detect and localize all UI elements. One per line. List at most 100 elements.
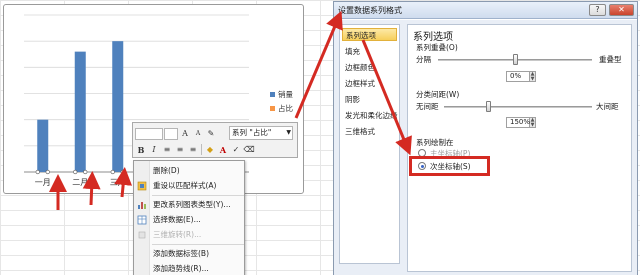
shrink-font-icon: A — [195, 129, 201, 137]
ratio-point-handle — [35, 169, 40, 175]
x-tick-label: 二月 — [72, 178, 88, 187]
nav-item-label: 边框颜色 — [345, 63, 375, 72]
format-data-series-dialog: 设置数据系列格式 ? ✕ 系列选项 填充 边框颜色 边框样式 阴影 发光和柔化边… — [333, 1, 638, 275]
italic-icon: I — [152, 144, 156, 154]
ratio-point-handle — [83, 169, 88, 175]
help-icon: ? — [595, 5, 600, 14]
nav-item-label: 填充 — [345, 47, 360, 56]
dialog-title: 设置数据系列格式 — [338, 6, 402, 15]
menu-item-label: 重设以匹配样式(A) — [153, 181, 217, 190]
gap-width-label: 分类间距(W) — [416, 90, 460, 99]
overlap-input[interactable]: 0% — [506, 71, 530, 82]
nav-item-3d-format[interactable]: 三维格式 — [342, 125, 397, 138]
annotation-highlight-box — [409, 156, 490, 176]
category-nav: 系列选项 填充 边框颜色 边框样式 阴影 发光和柔化边缘 三维格式 — [339, 24, 400, 264]
mini-toolbar: A A ✎ 系列 "占比" ▼ B I ≡ ≡ ≡ ◆ A ✓ ⌫ — [132, 122, 298, 158]
gap-width-input[interactable]: 150% — [506, 117, 530, 128]
menu-item-add-trendline[interactable]: 添加趋势线(R)... — [134, 262, 246, 275]
bar-一月[interactable] — [37, 119, 49, 172]
ratio-point-handle — [110, 169, 115, 175]
italic-button[interactable]: I — [148, 144, 160, 156]
gap-slider-track[interactable] — [444, 106, 592, 108]
font-color-icon[interactable]: A — [217, 144, 229, 156]
plot-on-label: 系列绘制在 — [416, 138, 454, 147]
menu-item-delete[interactable]: 删除(D) — [134, 164, 246, 178]
nav-item-label: 边框样式 — [345, 79, 375, 88]
x-tick-label: 一月 — [35, 178, 51, 187]
menu-item-label: 更改系列图表类型(Y)... — [153, 200, 231, 209]
gap-slider-thumb[interactable] — [486, 101, 492, 112]
gap-max-label: 大间距 — [596, 102, 619, 111]
menu-item-change-chart-type[interactable]: 更改系列图表类型(Y)... — [134, 198, 246, 212]
x-tick-label: 三月 — [110, 178, 126, 187]
panel-title: 系列选项 — [413, 32, 453, 43]
nav-item-label: 系列选项 — [346, 31, 376, 40]
nav-item-fill[interactable]: 填充 — [342, 45, 397, 58]
overlap-label: 系列重叠(O) — [416, 43, 458, 52]
overlap-min-label: 分隔 — [416, 55, 431, 64]
align-center-icon[interactable]: ≡ — [174, 144, 186, 156]
nav-item-series-options[interactable]: 系列选项 — [342, 28, 397, 41]
shrink-font-button[interactable]: A — [192, 128, 204, 140]
nav-item-border-color[interactable]: 边框颜色 — [342, 61, 397, 74]
series-options-panel: 系列选项 系列重叠(O) 分隔 重叠型 0% ▲ ▼ 分类间距(W) 无间距 大间… — [407, 24, 632, 272]
screenshot-stage: 一月二月三月四月五月六月销量占比 A A ✎ 系列 "占比" ▼ B I ≡ ≡… — [0, 0, 640, 275]
legend-label: 占比 — [278, 103, 293, 113]
help-button[interactable]: ? — [589, 4, 606, 16]
close-icon: ✕ — [618, 5, 625, 14]
menu-item-add-data-labels[interactable]: 添加数据标签(B) — [134, 247, 246, 261]
line-color-icon[interactable]: ✓ — [230, 144, 242, 156]
ratio-point-handle — [120, 169, 125, 175]
gap-min-label: 无间距 — [416, 102, 439, 111]
select-data-icon — [137, 215, 147, 225]
menu-divider — [152, 195, 244, 196]
chevron-down-icon: ▼ — [286, 129, 291, 136]
menu-item-3d-rotation[interactable]: 三维旋转(R)... — [134, 228, 246, 242]
menu-divider — [152, 244, 244, 245]
align-right-icon[interactable]: ≡ — [187, 144, 199, 156]
menu-item-select-data[interactable]: 选择数据(E)... — [134, 213, 246, 227]
bold-button[interactable]: B — [135, 144, 147, 156]
bar-三月[interactable] — [112, 41, 124, 172]
nav-item-shadow[interactable]: 阴影 — [342, 93, 397, 106]
nav-item-glow-soft-edges[interactable]: 发光和柔化边缘 — [342, 109, 398, 122]
spin-arrows-icon[interactable]: ▲ ▼ — [530, 117, 536, 128]
legend-swatch — [270, 106, 275, 111]
menu-item-reset-style[interactable]: 重设以匹配样式(A) — [134, 179, 246, 193]
align-left-icon[interactable]: ≡ — [161, 144, 173, 156]
font-size-box[interactable] — [164, 127, 178, 140]
nav-item-label: 三维格式 — [345, 127, 375, 136]
toolbar-divider — [201, 144, 202, 155]
nav-item-border-style[interactable]: 边框样式 — [342, 77, 397, 90]
menu-item-label: 三维旋转(R)... — [153, 230, 202, 239]
series-selector[interactable]: 系列 "占比" ▼ — [229, 126, 293, 140]
ratio-point-handle — [73, 169, 78, 175]
font-name-box[interactable] — [135, 127, 163, 140]
reset-style-icon — [137, 181, 147, 191]
bold-icon: B — [137, 144, 145, 155]
menu-item-label: 删除(D) — [153, 166, 180, 175]
ratio-point-handle — [45, 169, 50, 175]
dialog-body: 系列选项 填充 边框颜色 边框样式 阴影 发光和柔化边缘 三维格式 系列选项 系… — [334, 20, 637, 275]
close-button[interactable]: ✕ — [609, 4, 634, 16]
clear-format-icon[interactable]: ✎ — [205, 128, 217, 140]
series-selector-label: 系列 "占比" — [232, 128, 272, 137]
menu-item-label: 选择数据(E)... — [153, 215, 201, 224]
overlap-slider-thumb[interactable] — [513, 54, 518, 65]
legend-swatch — [270, 92, 275, 97]
dialog-titlebar[interactable]: 设置数据系列格式 ? ✕ — [334, 2, 637, 19]
grow-font-button[interactable]: A — [179, 128, 191, 140]
menu-item-label: 添加数据标签(B) — [153, 249, 209, 258]
overlap-max-label: 重叠型 — [599, 55, 622, 64]
nav-item-label: 发光和柔化边缘 — [345, 111, 398, 120]
bar-二月[interactable] — [74, 51, 86, 173]
chart-type-icon — [138, 202, 146, 209]
rotation-3d-icon — [138, 231, 146, 239]
legend-label: 销量 — [278, 89, 293, 99]
fill-color-icon[interactable]: ◆ — [204, 144, 216, 156]
menu-item-label: 添加趋势线(R)... — [153, 264, 209, 273]
nav-item-label: 阴影 — [345, 95, 360, 104]
eraser-icon[interactable]: ⌫ — [243, 144, 255, 156]
context-menu: 删除(D) 重设以匹配样式(A) 更改系列图表类型(Y)... 选择数据(E).… — [133, 160, 245, 275]
spin-arrows-icon[interactable]: ▲ ▼ — [530, 71, 536, 82]
